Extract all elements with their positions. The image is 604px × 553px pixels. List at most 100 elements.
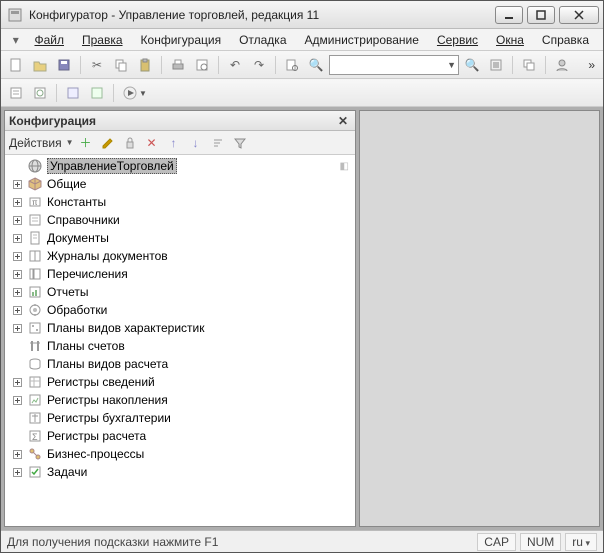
menu-windows[interactable]: Окна [488,31,532,49]
menu-help[interactable]: Справка [534,31,597,49]
copy-icon[interactable] [110,54,132,76]
expander-plus-icon[interactable] [11,214,23,226]
delete-icon[interactable]: ✕ [142,133,162,153]
tree-node[interactable]: Перечисления [5,265,355,283]
tb2-btn-1[interactable] [5,82,27,104]
expander-empty [11,412,23,424]
tree-node[interactable]: ΣРегистры расчета [5,427,355,445]
separator [545,56,546,74]
expander-plus-icon[interactable] [11,196,23,208]
menu-admin[interactable]: Администрирование [297,31,427,49]
expander-plus-icon[interactable] [11,286,23,298]
tree-node[interactable]: Регистры сведений [5,373,355,391]
user-icon[interactable] [551,54,573,76]
panel-titlebar: Конфигурация ✕ [5,111,355,131]
search-combo[interactable]: ▼ [329,55,459,75]
tree-node[interactable]: Планы счетов [5,337,355,355]
add-icon[interactable]: ＋ [76,133,96,153]
expander-plus-icon[interactable] [11,448,23,460]
open-icon[interactable] [29,54,51,76]
expander-empty [11,340,23,352]
status-lang[interactable]: ru [565,533,597,551]
reg-calc-icon: Σ [27,428,43,444]
bizproc-icon [27,446,43,462]
tree-node[interactable]: Бизнес-процессы [5,445,355,463]
maximize-button[interactable] [527,6,555,24]
print-preview-icon[interactable] [191,54,213,76]
tree-node[interactable]: Справочники [5,211,355,229]
filter-icon[interactable] [230,133,250,153]
system-menu-icon[interactable]: ▾ [7,29,24,51]
print-icon[interactable] [167,54,189,76]
expander-plus-icon[interactable] [11,268,23,280]
undo-icon[interactable]: ↶ [224,54,246,76]
expander-plus-icon[interactable] [11,250,23,262]
tree-node[interactable]: Планы видов расчета [5,355,355,373]
actions-menu[interactable]: Действия [9,136,62,150]
save-icon[interactable] [53,54,75,76]
panel-title-text: Конфигурация [9,114,96,128]
tree-root[interactable]: УправлениеТорговлей ◧ [5,157,355,175]
lock-icon[interactable] [120,133,140,153]
expander-plus-icon[interactable] [11,376,23,388]
menu-config[interactable]: Конфигурация [133,31,230,49]
status-hint: Для получения подсказки нажмите F1 [7,535,218,549]
tree-node[interactable]: Планы видов характеристик [5,319,355,337]
sort-icon[interactable] [208,133,228,153]
dropdown-icon[interactable]: ▼ [139,89,147,98]
expander-empty [11,358,23,370]
tree-node[interactable]: Обработки [5,301,355,319]
search-icon[interactable]: 🔍 [305,54,327,76]
menu-file[interactable]: Файл [26,31,72,49]
search-next-icon[interactable]: 🔍 [461,54,483,76]
reg-info-icon [27,374,43,390]
tb2-btn-3[interactable] [62,82,84,104]
cube-icon [27,176,43,192]
dropdown-icon[interactable]: ▼ [66,138,74,147]
tree-node[interactable]: Документы [5,229,355,247]
toolbar-overflow-icon[interactable]: » [584,58,599,72]
panel-close-button[interactable]: ✕ [335,113,351,129]
menu-service[interactable]: Сервис [429,31,486,49]
redo-icon[interactable]: ↷ [248,54,270,76]
minimize-button[interactable] [495,6,523,24]
run-icon[interactable] [119,82,141,104]
tb2-btn-4[interactable] [86,82,108,104]
main-toolbar: ✂ ↶ ↷ 🔍 ▼ 🔍 » [1,51,603,79]
config-tree[interactable]: УправлениеТорговлей ◧ ОбщиеπКонстантыСпр… [5,155,355,526]
expander-plus-icon[interactable] [11,304,23,316]
windows-icon[interactable] [518,54,540,76]
new-icon[interactable] [5,54,27,76]
expander-plus-icon[interactable] [11,322,23,334]
toggle-icon[interactable] [485,54,507,76]
find-icon[interactable] [281,54,303,76]
plan-calc-icon [27,356,43,372]
separator [275,56,276,74]
edit-icon[interactable] [98,133,118,153]
move-down-icon[interactable]: ↓ [186,133,206,153]
tree-node[interactable]: Журналы документов [5,247,355,265]
expander-plus-icon[interactable] [11,178,23,190]
close-button[interactable] [559,6,599,24]
tree-node[interactable]: Отчеты [5,283,355,301]
tb2-btn-2[interactable] [29,82,51,104]
cut-icon[interactable]: ✂ [86,54,108,76]
paste-icon[interactable] [134,54,156,76]
tree-node-label: Планы видов расчета [47,357,168,371]
tree-root-label: УправлениеТорговлей [47,158,177,174]
tree-node-label: Константы [47,195,106,209]
move-up-icon[interactable]: ↑ [164,133,184,153]
tree-node[interactable]: πКонстанты [5,193,355,211]
tree-node[interactable]: Регистры бухгалтерии [5,409,355,427]
tree-node[interactable]: Регистры накопления [5,391,355,409]
expander-plus-icon[interactable] [11,232,23,244]
tree-node[interactable]: Общие [5,175,355,193]
catalog-icon [27,212,43,228]
tree-node-label: Перечисления [47,267,128,281]
menu-debug[interactable]: Отладка [231,31,294,49]
menu-edit[interactable]: Правка [74,31,131,49]
pin-icon[interactable]: ◧ [340,161,349,172]
expander-plus-icon[interactable] [11,466,23,478]
tree-node[interactable]: Задачи [5,463,355,481]
expander-plus-icon[interactable] [11,394,23,406]
